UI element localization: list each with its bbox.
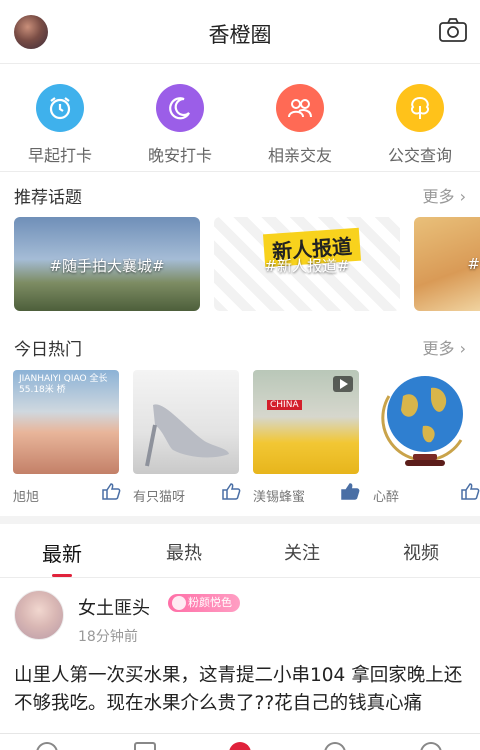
bottom-nav bbox=[0, 733, 480, 750]
quick-action-label: 相亲交友 bbox=[267, 146, 332, 165]
hot-title: 今日热门 bbox=[14, 340, 82, 360]
topics-more-link[interactable]: 更多 › bbox=[423, 183, 467, 207]
moon-icon bbox=[156, 84, 204, 132]
hot-item-image[interactable] bbox=[373, 370, 480, 474]
topic-card[interactable]: 新人报道 #新人报道# bbox=[214, 217, 400, 311]
thumbs-up-icon[interactable] bbox=[101, 482, 121, 500]
feed-tabs: 最新 最热 关注 视频 bbox=[0, 524, 480, 578]
thumbs-up-icon[interactable] bbox=[460, 482, 480, 500]
hot-item-name: 旭旭 bbox=[13, 490, 40, 505]
section-divider bbox=[0, 516, 480, 524]
quick-actions: 早起打卡 晚安打卡 相亲交友 公交查询 bbox=[0, 64, 480, 172]
profile-icon[interactable] bbox=[420, 742, 442, 750]
quick-action-night[interactable]: 晚安打卡 bbox=[120, 84, 240, 166]
post-body[interactable]: 山里人第一次买水果，这青提二小串104 拿回家晚上还不够我吃。现在水果介么贵了?… bbox=[14, 662, 470, 718]
more-label: 更多 bbox=[422, 187, 455, 206]
hot-image-text: JIANHAIYI QIAO 全长55.18米 桥 bbox=[19, 374, 108, 395]
thumbs-up-icon[interactable] bbox=[340, 482, 360, 500]
app-header: 香橙圈 bbox=[0, 0, 480, 64]
message-icon[interactable] bbox=[134, 742, 156, 750]
hot-image-text: CHINA bbox=[267, 400, 302, 410]
more-label: 更多 bbox=[422, 339, 455, 358]
topic-tag: #新人报道# bbox=[264, 257, 350, 275]
globe-image bbox=[381, 376, 463, 466]
tab-hot[interactable]: 最热 bbox=[139, 539, 229, 565]
quick-action-label: 公交查询 bbox=[387, 146, 452, 165]
topics-title: 推荐话题 bbox=[14, 188, 82, 208]
alarm-clock-icon bbox=[36, 84, 84, 132]
quick-action-morning[interactable]: 早起打卡 bbox=[0, 84, 120, 166]
tab-following[interactable]: 关注 bbox=[257, 539, 347, 565]
page-title: 香橙圈 bbox=[208, 23, 272, 47]
hot-more-link[interactable]: 更多 › bbox=[423, 335, 467, 359]
hot-item-name: 有只猫呀 bbox=[133, 490, 186, 505]
post-author-name[interactable]: 女土匪头 bbox=[78, 594, 150, 620]
hot-item-image[interactable]: CHINA bbox=[253, 370, 359, 474]
shoe-image bbox=[145, 404, 229, 467]
quick-action-bus[interactable]: 公交查询 bbox=[360, 84, 480, 166]
tab-video[interactable]: 视频 bbox=[376, 539, 466, 565]
active-tab-indicator bbox=[52, 574, 72, 577]
tab-latest[interactable]: 最新 bbox=[17, 538, 107, 567]
quick-action-label: 早起打卡 bbox=[27, 146, 92, 165]
chevron-right-icon: › bbox=[454, 187, 466, 206]
quick-action-label: 晚安打卡 bbox=[147, 146, 212, 165]
discover-icon[interactable] bbox=[324, 742, 346, 750]
topic-card[interactable]: #随手拍大襄城# bbox=[14, 217, 200, 311]
publish-icon[interactable] bbox=[229, 742, 251, 750]
hot-item-name: 渼锡蜂蜜 bbox=[253, 490, 306, 505]
hot-item-name: 心醉 bbox=[373, 490, 400, 505]
chevron-right-icon: › bbox=[454, 339, 466, 358]
thumbs-up-icon[interactable] bbox=[221, 482, 241, 500]
topic-tag: # bbox=[467, 255, 480, 273]
topic-tag: #随手拍大襄城# bbox=[49, 257, 165, 275]
tree-icon bbox=[396, 84, 444, 132]
badge-label: 粉颜悦色 bbox=[188, 596, 232, 609]
hot-item-image[interactable]: JIANHAIYI QIAO 全长55.18米 桥 bbox=[13, 370, 119, 474]
video-play-icon[interactable] bbox=[333, 376, 353, 392]
badge-icon bbox=[172, 596, 186, 610]
post-timestamp: 18分钟前 bbox=[78, 629, 138, 645]
post-author-avatar[interactable] bbox=[14, 590, 64, 640]
user-badge: 粉颜悦色 bbox=[168, 594, 240, 612]
topic-card[interactable]: # bbox=[414, 217, 480, 311]
hot-item-image[interactable] bbox=[133, 370, 239, 474]
camera-icon[interactable] bbox=[438, 17, 468, 43]
people-icon bbox=[276, 84, 324, 132]
quick-action-dating[interactable]: 相亲交友 bbox=[240, 84, 360, 166]
home-icon[interactable] bbox=[36, 742, 58, 750]
